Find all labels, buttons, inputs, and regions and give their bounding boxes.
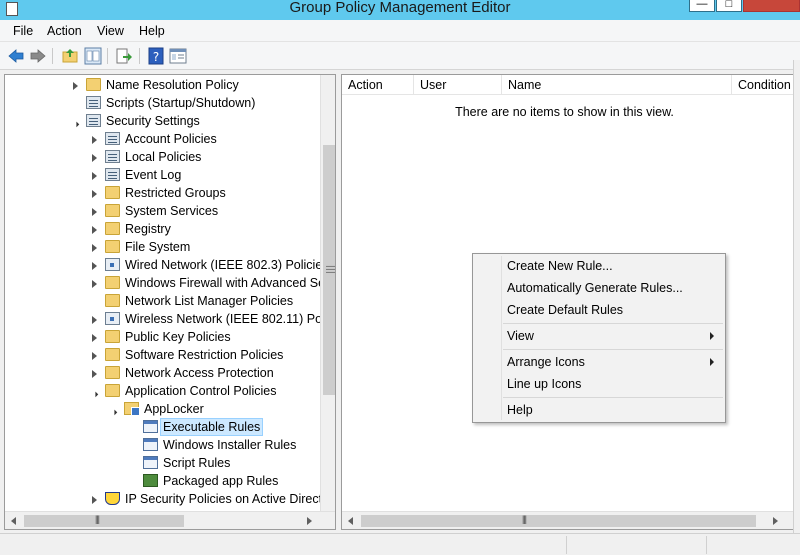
title-bar: Group Policy Management Editor — □ [0, 0, 800, 20]
expand-arrow-icon[interactable] [92, 154, 97, 162]
rules-icon [143, 420, 158, 433]
folder-icon [105, 186, 120, 199]
network-icon [105, 312, 120, 325]
column-header-user[interactable]: User [414, 75, 502, 95]
expand-arrow-icon[interactable] [92, 262, 97, 270]
window-right-edge [793, 60, 800, 540]
folder-icon [105, 330, 120, 343]
menu-view[interactable]: View [97, 24, 124, 38]
scroll-right-arrow-icon[interactable] [307, 517, 312, 525]
expand-arrow-icon[interactable] [92, 280, 97, 288]
security-settings-icon [86, 114, 101, 127]
folder-icon [105, 384, 120, 397]
rules-icon [143, 438, 158, 451]
expand-arrow-icon[interactable] [92, 208, 97, 216]
maximize-button[interactable]: □ [716, 0, 742, 12]
scroll-right-arrow-icon[interactable] [773, 517, 778, 525]
applocker-icon [124, 402, 140, 416]
expand-arrow-icon[interactable] [92, 352, 97, 360]
folder-icon [86, 78, 101, 91]
menu-item-help[interactable]: Help [507, 400, 533, 420]
show-hide-tree-icon[interactable] [84, 47, 102, 65]
list-hscroll-thumb[interactable] [361, 515, 756, 527]
close-button[interactable] [743, 0, 800, 12]
folder-icon [105, 240, 120, 253]
collapse-arrow-icon[interactable] [89, 388, 99, 398]
folder-icon [105, 276, 120, 289]
folder-icon [105, 366, 120, 379]
minimize-button[interactable]: — [689, 0, 715, 12]
folder-icon [105, 294, 120, 307]
packaged-app-icon [143, 474, 158, 487]
status-bar [0, 533, 800, 555]
scripts-icon [86, 96, 101, 109]
list-horizontal-scrollbar[interactable]: ||| [342, 511, 799, 529]
policy-icon [105, 132, 120, 145]
window-title: Group Policy Management Editor [289, 0, 511, 16]
menu-item-auto-generate-rules[interactable]: Automatically Generate Rules... [507, 278, 683, 298]
menu-item-view[interactable]: View [507, 326, 534, 346]
expand-arrow-icon[interactable] [92, 190, 97, 198]
scroll-grip-icon: ||| [95, 514, 100, 524]
menu-file[interactable]: File [13, 24, 33, 38]
forward-arrow-icon[interactable] [29, 47, 47, 65]
properties-icon[interactable] [169, 47, 187, 65]
menu-bar: File Action View Help [0, 20, 800, 42]
expand-arrow-icon[interactable] [92, 244, 97, 252]
menu-action[interactable]: Action [47, 24, 82, 38]
menu-item-arrange-icons[interactable]: Arrange Icons [507, 352, 585, 372]
expand-arrow-icon[interactable] [73, 82, 78, 90]
network-icon [105, 258, 120, 271]
shield-icon [105, 492, 120, 505]
expand-arrow-icon[interactable] [92, 370, 97, 378]
menu-item-create-default-rules[interactable]: Create Default Rules [507, 300, 623, 320]
folder-icon [105, 204, 120, 217]
scroll-left-arrow-icon[interactable] [11, 517, 16, 525]
toolbar: ? [0, 42, 800, 70]
expand-arrow-icon[interactable] [92, 136, 97, 144]
list-header: Action User Name Condition [342, 75, 799, 95]
expand-arrow-icon[interactable] [92, 316, 97, 324]
status-bar-divider [566, 536, 567, 554]
menu-help[interactable]: Help [139, 24, 165, 38]
folder-icon [105, 222, 120, 235]
export-list-icon[interactable] [115, 47, 133, 65]
up-folder-icon[interactable] [61, 47, 79, 65]
folder-icon [105, 348, 120, 361]
back-arrow-icon[interactable] [7, 47, 25, 65]
scroll-grip-icon: ||| [522, 514, 527, 524]
collapse-arrow-icon[interactable] [70, 118, 80, 128]
column-header-action[interactable]: Action [342, 75, 414, 95]
tree-horizontal-scrollbar[interactable]: ||| [5, 511, 335, 529]
context-menu: Create New Rule... Automatically Generat… [472, 253, 726, 423]
status-bar-divider [706, 536, 707, 554]
empty-list-message: There are no items to show in this view. [455, 105, 674, 119]
policy-icon [105, 168, 120, 181]
svg-text:?: ? [153, 50, 159, 64]
scroll-left-arrow-icon[interactable] [348, 517, 353, 525]
tree-hscroll-thumb[interactable] [24, 515, 184, 527]
expand-arrow-icon[interactable] [92, 226, 97, 234]
help-icon[interactable]: ? [147, 47, 165, 65]
expand-arrow-icon[interactable] [92, 334, 97, 342]
policy-icon [105, 150, 120, 163]
column-header-name[interactable]: Name [502, 75, 732, 95]
column-header-condition[interactable]: Condition [732, 75, 799, 95]
collapse-arrow-icon[interactable] [108, 406, 118, 416]
console-tree-pane[interactable]: Name Resolution Policy Scripts (Startup/… [4, 74, 336, 530]
menu-item-create-new-rule[interactable]: Create New Rule... [507, 256, 613, 276]
expand-arrow-icon[interactable] [92, 496, 97, 504]
expand-arrow-icon[interactable] [92, 172, 97, 180]
menu-item-line-up-icons[interactable]: Line up Icons [507, 374, 581, 394]
rules-icon [143, 456, 158, 469]
submenu-arrow-icon [710, 358, 714, 366]
tree-vertical-scrollbar[interactable]: — — — [320, 75, 336, 511]
submenu-arrow-icon [710, 332, 714, 340]
scroll-grip-icon: — — — [326, 261, 336, 278]
